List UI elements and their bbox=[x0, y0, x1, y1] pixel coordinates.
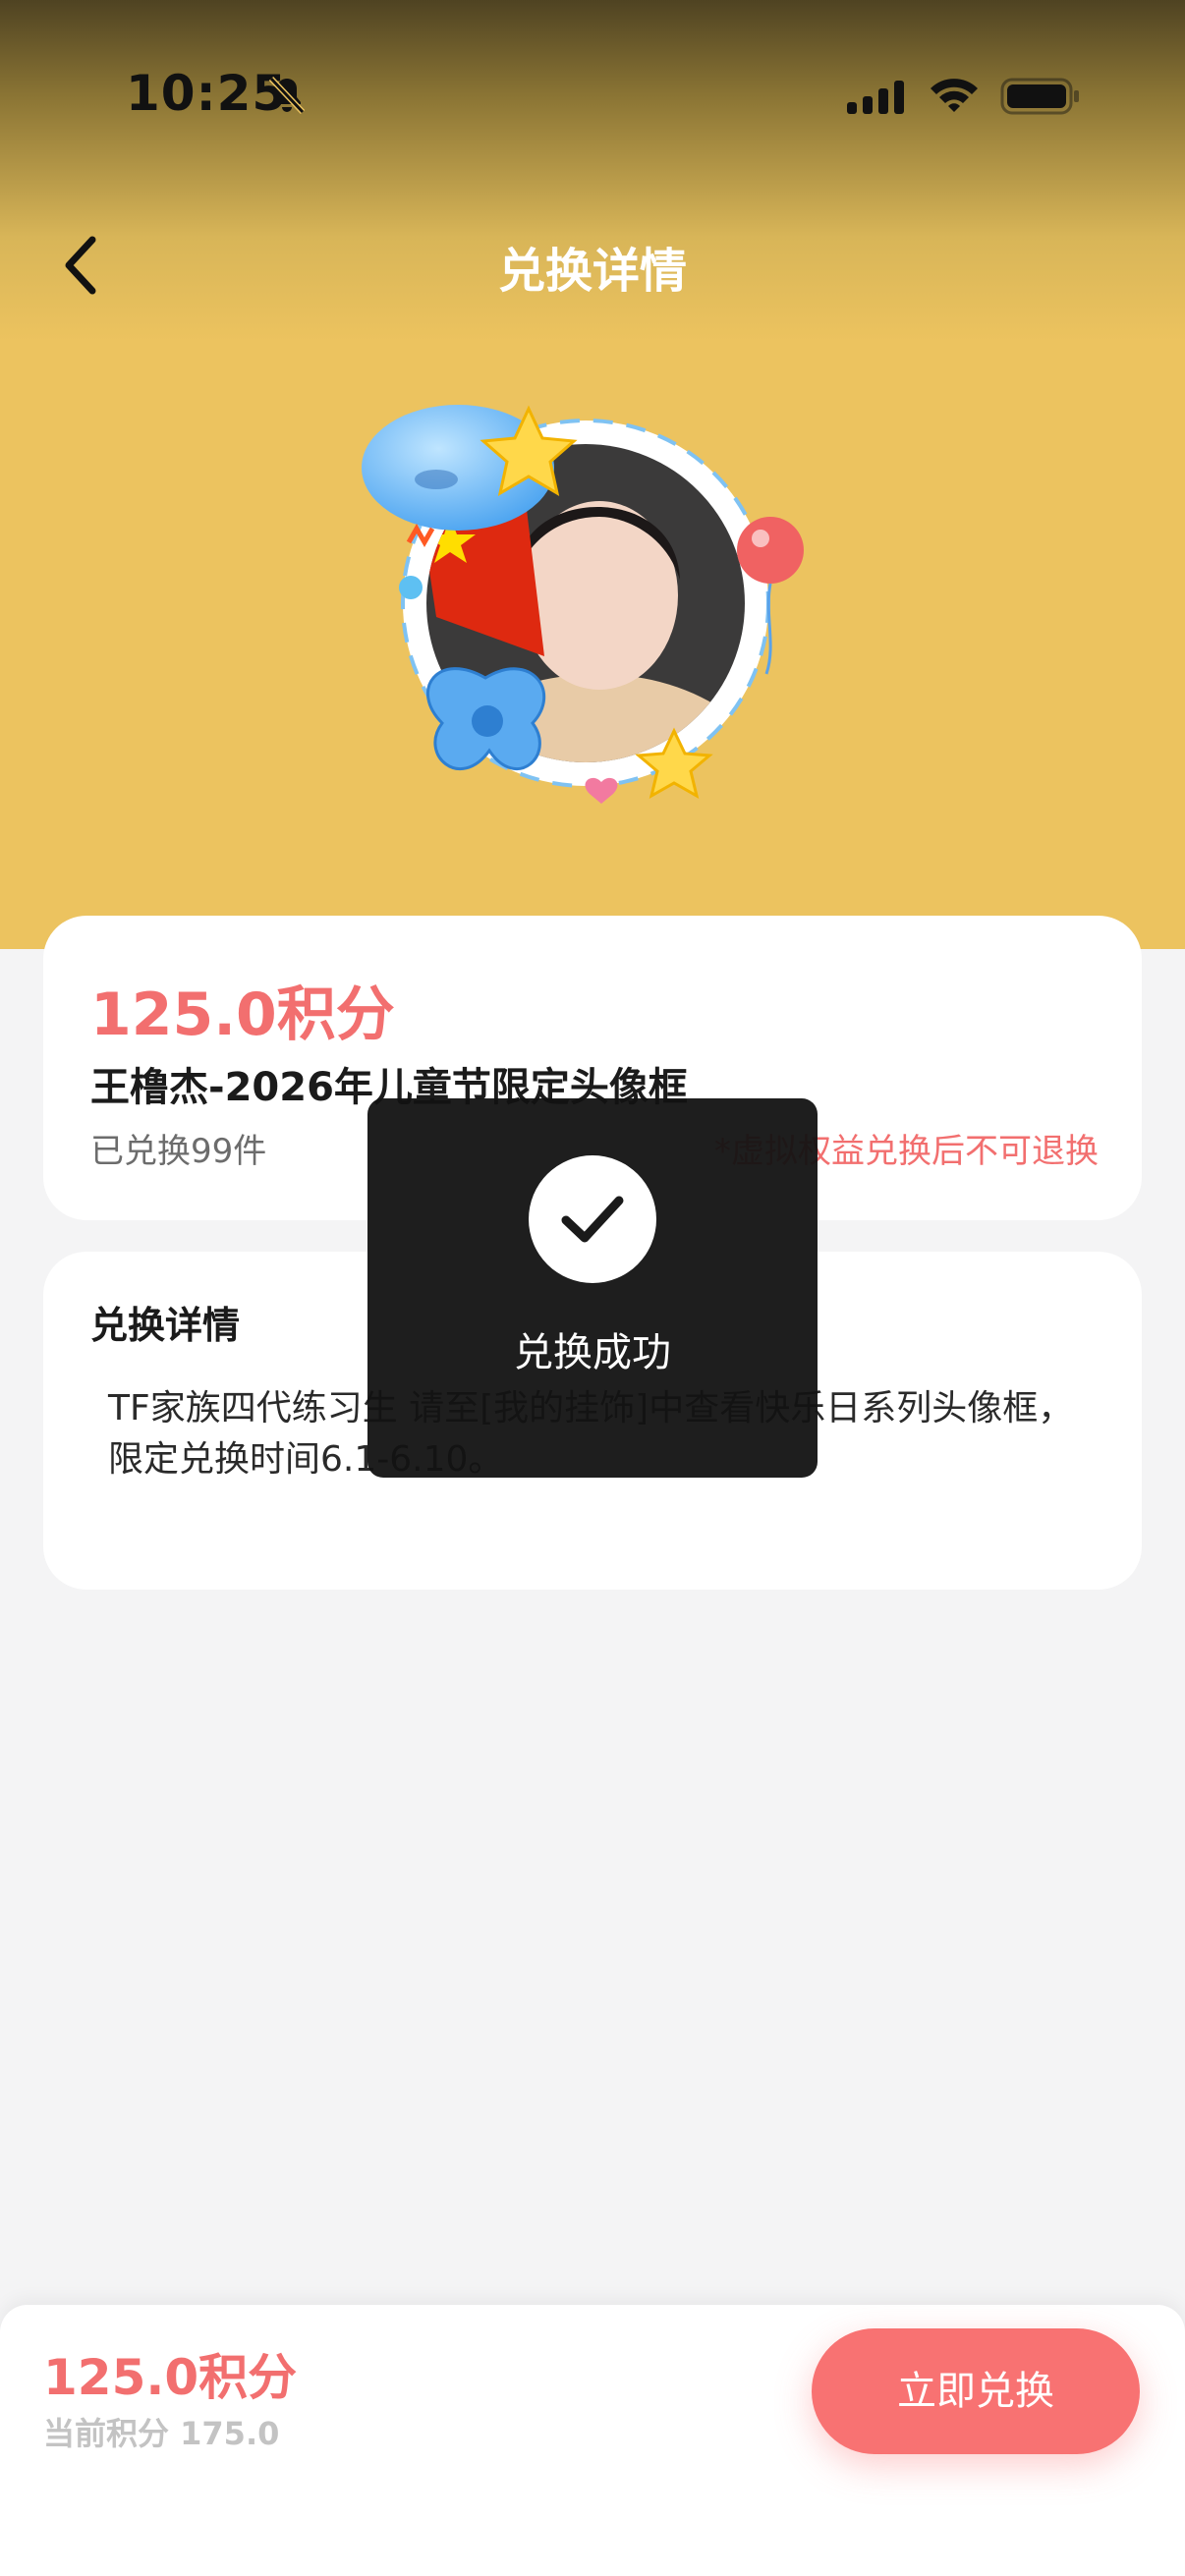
avatar-frame-image bbox=[362, 405, 804, 804]
bottom-action-bar: 125.0积分 当前积分 175.0 立即兑换 bbox=[0, 2305, 1185, 2576]
success-toast: 兑换成功 bbox=[367, 1098, 818, 1478]
toast-message: 兑换成功 bbox=[514, 1330, 671, 1375]
status-time: 10:25 bbox=[126, 65, 288, 122]
page-title: 兑换详情 bbox=[497, 244, 687, 299]
product-price: 125.0积分 bbox=[90, 980, 395, 1049]
wifi-icon bbox=[931, 79, 978, 112]
redeem-now-button[interactable]: 立即兑换 bbox=[812, 2328, 1140, 2454]
battery-icon bbox=[1000, 78, 1079, 115]
footer-price: 125.0积分 bbox=[43, 2349, 298, 2406]
status-bar: 10:25 bbox=[0, 0, 1185, 177]
detail-heading: 兑换详情 bbox=[90, 1304, 241, 1347]
redeemed-count: 已兑换99件 bbox=[90, 1132, 267, 1171]
bell-slash-icon bbox=[268, 76, 306, 115]
current-points-balance: 当前积分 175.0 bbox=[43, 2415, 280, 2452]
check-icon bbox=[529, 1155, 656, 1283]
signal-icon bbox=[847, 81, 904, 114]
